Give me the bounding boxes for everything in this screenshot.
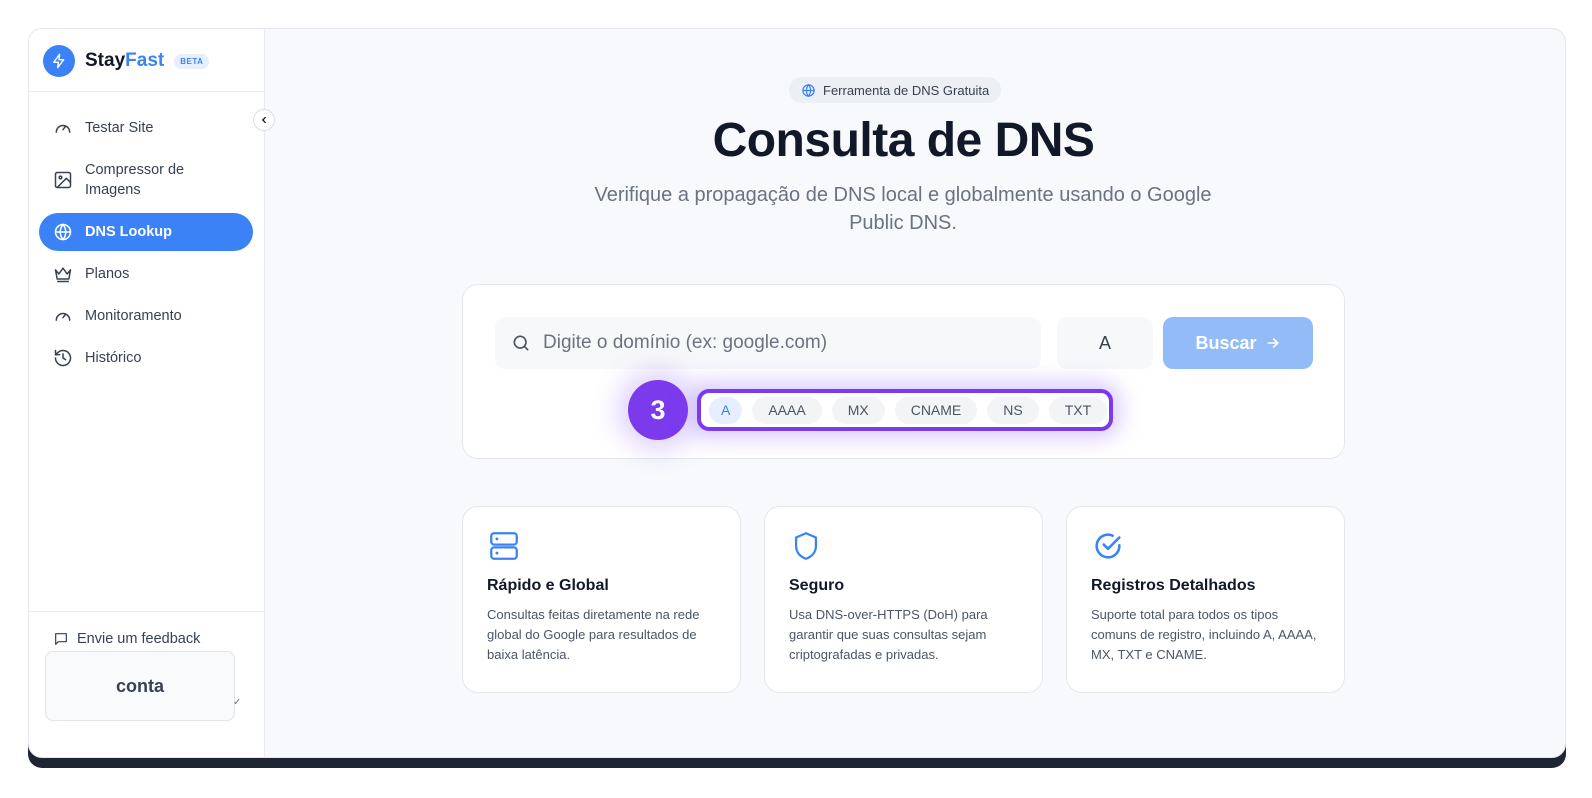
brand-name: StayFast [85, 50, 165, 71]
history-icon [54, 349, 72, 367]
search-icon [513, 335, 529, 351]
arrow-right-icon [1267, 338, 1279, 348]
beta-badge: BETA [174, 53, 210, 69]
sidebar-item-monitoramento[interactable]: Monitoramento [39, 297, 253, 335]
check-circle-icon [1091, 529, 1320, 563]
sidebar-item-testar-site[interactable]: Testar Site [39, 109, 253, 147]
chevron-down-icon: ✓ [233, 697, 242, 708]
sidebar: StayFast BETA Testar Site Compressor de … [29, 29, 275, 757]
sidebar-item-label: Compressor de Imagens [85, 162, 185, 198]
account-button[interactable]: conta [45, 651, 235, 721]
image-icon [54, 171, 72, 189]
globe-icon [54, 223, 72, 241]
sidebar-item-label: Histórico [85, 350, 142, 366]
feedback-link[interactable]: Envie um feedback [53, 631, 200, 647]
sidebar-item-label: Planos [85, 266, 130, 282]
type-chip-cname[interactable]: CNAME [894, 396, 978, 424]
sidebar-item-dns-lookup[interactable]: DNS Lookup [39, 213, 253, 251]
divider [29, 611, 265, 612]
sidebar-item-planos[interactable]: Planos [39, 255, 253, 293]
feature-title: Registros Detalhados [1091, 577, 1256, 594]
page-subtitle: Verifique a propagação de DNS local e gl… [594, 184, 1212, 234]
collapse-sidebar-button[interactable] [253, 109, 275, 131]
feature-card-fast: Rápido e Global Consultas feitas diretam… [462, 506, 741, 693]
type-chip-txt[interactable]: TXT [1048, 396, 1108, 424]
domain-input[interactable] [543, 332, 1013, 354]
feature-text: Consultas feitas diretamente na rede glo… [487, 607, 700, 662]
type-chip-aaaa[interactable]: AAAA [752, 396, 822, 424]
search-button[interactable]: Buscar [1163, 317, 1313, 369]
sidebar-item-label: DNS Lookup [85, 224, 172, 240]
crown-icon [54, 267, 72, 283]
type-chip-ns[interactable]: NS [987, 396, 1039, 424]
feature-text: Suporte total para todos os tipos comuns… [1091, 607, 1317, 662]
globe-icon [802, 83, 815, 97]
message-icon [55, 633, 67, 645]
brand[interactable]: StayFast BETA [43, 45, 210, 77]
record-type-select[interactable]: A [1057, 317, 1153, 369]
sidebar-nav: Testar Site Compressor de Imagens DNS Lo… [39, 109, 253, 381]
divider [29, 91, 265, 92]
feature-title: Seguro [789, 577, 845, 594]
type-chip-a[interactable]: A [709, 396, 743, 424]
tool-badge-label: Ferramenta de DNS Gratuita [823, 82, 990, 98]
app-window: StayFast BETA Testar Site Compressor de … [28, 28, 1566, 758]
search-card: A Buscar 3 A AAAA MX CNAME NS TXT [462, 284, 1345, 459]
sidebar-item-historico[interactable]: Histórico [39, 339, 253, 377]
feature-card-detailed: Registros Detalhados Suporte total para … [1066, 506, 1345, 693]
main-content: Ferramenta de DNS Gratuita Consulta de D… [265, 29, 1565, 757]
step-badge: 3 [628, 380, 688, 440]
tool-badge: Ferramenta de DNS Gratuita [789, 77, 1002, 103]
chevron-left-icon [261, 116, 266, 124]
feature-text: Usa DNS-over-HTTPS (DoH) para garantir q… [789, 607, 988, 662]
feedback-label: Envie um feedback [77, 631, 201, 647]
type-chip-mx[interactable]: MX [831, 396, 885, 424]
shield-icon [789, 529, 1018, 563]
server-icon [487, 529, 716, 563]
sidebar-item-label: Testar Site [85, 120, 154, 136]
domain-search-field[interactable] [495, 317, 1041, 369]
sidebar-item-compressor[interactable]: Compressor de Imagens [39, 151, 253, 209]
record-type-chips: A AAAA MX CNAME NS TXT [697, 389, 1113, 431]
gauge-icon [55, 124, 71, 133]
gauge-icon [55, 312, 71, 321]
page-title: Consulta de DNS [712, 114, 1095, 167]
feature-card-secure: Seguro Usa DNS-over-HTTPS (DoH) para gar… [764, 506, 1043, 693]
feature-title: Rápido e Global [487, 577, 609, 594]
sidebar-item-label: Monitoramento [85, 308, 182, 324]
search-button-label: Buscar [1195, 332, 1257, 353]
bolt-icon [43, 45, 75, 77]
